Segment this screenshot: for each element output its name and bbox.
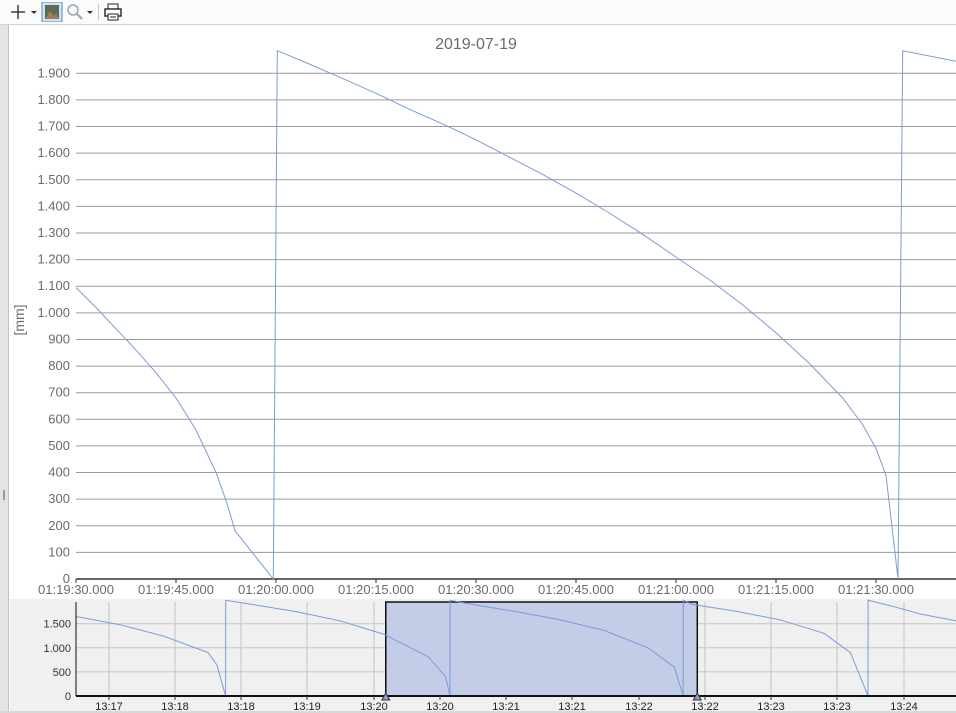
navigator-chart[interactable]: 05001.0001.50013:17 13:18 13:18 13:19 13:20 1… (0, 0, 956, 713)
navigator-y-tick-label: 1.000 (43, 643, 71, 655)
navigator-y-tick-label: 1.500 (43, 619, 71, 631)
navigator-y-tick-label: 500 (53, 667, 71, 679)
navigator-y-tick-label: 0 (65, 691, 71, 703)
